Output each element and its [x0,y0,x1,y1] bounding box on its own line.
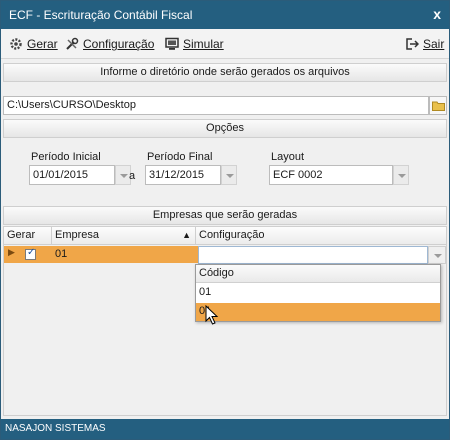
directory-path-input[interactable]: C:\Users\CURSO\Desktop [3,96,429,115]
row-pointer-icon: ▶ [8,247,15,257]
periodo-inicial-input[interactable]: 01/01/2015 [29,165,115,185]
mouse-cursor-icon [205,305,219,325]
column-configuracao[interactable]: Configuração [196,227,446,245]
sair-label: Sair [423,37,445,51]
grid-header: Gerar Empresa ▲ Configuração [4,227,446,245]
ecf-window: ECF - Escrituração Contábil Fiscal x Ger… [0,0,450,440]
status-bar: NASAJON SISTEMAS [1,419,449,439]
gerar-button[interactable]: Gerar [9,35,58,53]
configuracao-lookup-popup: Código 01 01 [195,264,441,322]
simular-button[interactable]: Simular [165,35,224,53]
layout-dropdown[interactable] [393,165,409,185]
gear-icon [10,38,22,50]
close-icon[interactable]: x [433,6,441,22]
popup-column-codigo: Código [196,265,440,283]
period-separator: a [129,170,136,182]
folder-icon [432,101,445,111]
companies-header: Empresas que serão geradas [3,206,447,225]
browse-folder-button[interactable] [429,96,447,115]
configuracao-button[interactable]: Configuração [65,35,154,53]
directory-header: Informe o diretório onde serão gerados o… [3,63,447,82]
periodo-final-input[interactable]: 31/12/2015 [145,165,221,185]
column-empresa-label: Empresa [55,229,100,241]
gerar-checkbox[interactable] [25,247,36,260]
sort-asc-icon: ▲ [182,230,191,240]
simular-label: Simular [183,37,224,51]
periodo-final-dropdown[interactable] [221,165,237,185]
monitor-icon [165,37,179,50]
toolbar: Gerar Configuração Simular Sair [1,29,449,59]
configuracao-dropdown-button[interactable] [428,246,446,264]
exit-icon [406,38,419,50]
popup-option-selected[interactable]: 01 [196,303,440,321]
sair-button[interactable]: Sair [405,35,444,53]
layout-label: Layout [271,151,305,163]
column-gerar[interactable]: Gerar [4,227,52,245]
periodo-final-label: Período Final [147,151,213,163]
tools-icon [66,37,79,50]
popup-option[interactable]: 01 [196,284,440,302]
gerar-label: Gerar [27,37,58,51]
column-empresa[interactable]: Empresa ▲ [52,227,196,245]
layout-select[interactable]: ECF 0002 [269,165,393,185]
configuracao-label: Configuração [83,37,155,51]
options-header: Opções [3,119,447,138]
window-title: ECF - Escrituração Contábil Fiscal [9,8,193,22]
title-bar: ECF - Escrituração Contábil Fiscal x [1,1,449,29]
configuracao-cell-input[interactable] [198,246,428,264]
empresa-cell: 01 [55,248,68,260]
periodo-inicial-label: Período Inicial [31,151,101,163]
